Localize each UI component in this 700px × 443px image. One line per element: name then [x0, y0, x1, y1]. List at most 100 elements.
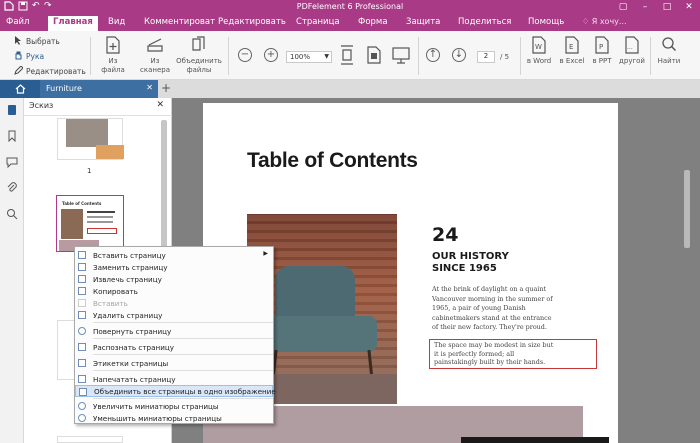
menu-page-labels[interactable]: Этикетки страницы	[75, 357, 273, 369]
extract-page-icon	[78, 275, 86, 283]
menu-share[interactable]: Поделиться	[458, 17, 511, 27]
to-excel-button[interactable]: E в Excel	[558, 36, 586, 66]
select-tool[interactable]: Выбрать	[14, 36, 60, 47]
page-layout-icon[interactable]	[366, 45, 382, 67]
page-title: Table of Contents	[247, 149, 418, 172]
menu-ocr-page[interactable]: Распознать страницу	[75, 341, 273, 353]
submenu-arrow-icon: ▶	[263, 250, 268, 257]
scanner-icon	[147, 38, 163, 52]
menu-delete-page[interactable]: Удалить страницу	[75, 309, 273, 321]
menu-form[interactable]: Форма	[358, 17, 388, 27]
insert-page-icon	[78, 251, 86, 259]
thumbnail-page-4[interactable]	[57, 436, 123, 443]
menu-paste[interactable]: Вставить	[75, 297, 273, 309]
chair-seat	[265, 316, 377, 352]
from-file-button[interactable]: Из файла	[96, 36, 130, 75]
thumbnails-icon[interactable]	[6, 104, 18, 116]
word-icon: W	[532, 36, 546, 54]
hand-tool[interactable]: Рука	[14, 51, 44, 62]
from-scanner-button[interactable]: Из сканера	[138, 36, 172, 75]
page-total: / 5	[500, 53, 510, 61]
bookmark-icon[interactable]	[6, 130, 18, 142]
menu-help[interactable]: Помощь	[528, 17, 564, 27]
image-icon	[79, 388, 87, 396]
ocr-icon	[78, 343, 86, 351]
to-excel-label: в Excel	[559, 57, 585, 65]
thumbnail-page-2[interactable]: Table of Contents	[56, 195, 124, 252]
to-ppt-label: в PPT	[592, 57, 612, 65]
menu-enlarge-thumbnails[interactable]: Увеличить миниатюры страницы	[75, 400, 273, 412]
combine-files-button[interactable]: Объединить файлы	[176, 36, 222, 75]
menu-view[interactable]: Вид	[108, 17, 125, 27]
present-icon[interactable]	[392, 45, 410, 67]
text-box-annotation[interactable]: The space may be modest in size but it i…	[429, 339, 597, 369]
label-icon	[78, 359, 86, 367]
to-word-button[interactable]: W в Word	[526, 36, 552, 66]
maximize-icon[interactable]: □	[656, 0, 678, 14]
menu-insert-page[interactable]: Вставить страницу ▶	[75, 249, 273, 261]
menu-item-label: Вставить	[93, 299, 128, 308]
menu-separator	[93, 338, 273, 339]
replace-page-icon	[78, 263, 86, 271]
chevron-down-icon: ▼	[324, 53, 329, 60]
menu-comment[interactable]: Комментироват	[144, 17, 215, 27]
menu-shrink-thumbnails[interactable]: Уменьшить миниатюры страницы	[75, 412, 273, 424]
document-scrollbar[interactable]	[684, 170, 690, 248]
menu-item-label: Повернуть страницу	[93, 327, 172, 336]
close-icon[interactable]: ✕	[678, 0, 700, 14]
prev-page-icon[interactable]: ↑	[426, 48, 440, 62]
excel-icon: E	[565, 36, 579, 54]
other-format-label: другой	[619, 57, 645, 65]
attachment-icon[interactable]	[6, 182, 18, 194]
restore-icon[interactable]: ▢	[612, 0, 634, 14]
zoom-select[interactable]: 100% ▼	[286, 51, 332, 63]
to-ppt-button[interactable]: P в PPT	[590, 36, 614, 66]
menu-edit[interactable]: Редактировать	[218, 17, 286, 27]
search-icon[interactable]	[6, 208, 18, 220]
thumbnail-text-line	[87, 216, 113, 218]
menu-item-label: Напечатать страницу	[93, 375, 176, 384]
thumbnail-image	[66, 119, 108, 147]
menu-item-label: Увеличить миниатюры страницы	[93, 402, 219, 411]
thumbnail-text-line	[87, 211, 115, 213]
zoom-in-icon[interactable]: +	[264, 48, 278, 62]
menu-item-label: Объединить все страницы в одно изображен…	[94, 387, 276, 396]
menu-page[interactable]: Страница	[296, 17, 340, 27]
close-tab-icon[interactable]: ✕	[146, 83, 153, 92]
page-number-large: 24	[432, 224, 459, 246]
menu-rotate-page[interactable]: Повернуть страницу	[75, 325, 273, 337]
thumbnail-title: Эскиз	[29, 101, 54, 110]
menu-print-page[interactable]: Напечатать страницу	[75, 373, 273, 385]
menu-protect[interactable]: Защита	[406, 17, 440, 27]
menu-replace-page[interactable]: Заменить страницу	[75, 261, 273, 273]
comment-icon[interactable]	[6, 156, 18, 168]
menu-home[interactable]: Главная	[48, 16, 98, 32]
zoom-out-icon[interactable]: −	[238, 48, 252, 62]
home-icon	[15, 84, 25, 94]
other-format-button[interactable]: ... другой	[618, 36, 646, 66]
close-panel-icon[interactable]: ✕	[156, 100, 164, 110]
divider	[418, 37, 419, 75]
zoom-out-icon	[78, 414, 86, 422]
add-tab-icon[interactable]: +	[161, 81, 171, 95]
search-box[interactable]: ♢ Я хочу...	[582, 17, 627, 26]
find-label: Найти	[657, 57, 681, 65]
minimize-icon[interactable]: –	[634, 0, 656, 14]
copy-icon	[78, 287, 86, 295]
find-button[interactable]: Найти	[656, 36, 682, 66]
thumbnail-page-1[interactable]	[57, 118, 124, 160]
menu-extract-page[interactable]: Извлечь страницу	[75, 273, 273, 285]
fit-page-icon[interactable]	[340, 45, 354, 67]
tab-furniture[interactable]: Furniture ✕	[40, 80, 158, 98]
hand-icon	[14, 51, 23, 62]
from-file-label: Из файла	[101, 57, 125, 74]
menu-copy[interactable]: Копировать	[75, 285, 273, 297]
page-number-input[interactable]: 2	[477, 51, 495, 63]
next-page-icon[interactable]: ↓	[452, 48, 466, 62]
search-placeholder: Я хочу...	[591, 17, 627, 26]
edit-tool[interactable]: Редактировать	[14, 65, 86, 77]
menu-file[interactable]: Файл	[6, 17, 29, 27]
home-tab[interactable]	[0, 80, 40, 98]
menu-merge-to-image[interactable]: Объединить все страницы в одно изображен…	[75, 385, 276, 397]
thumbnail-accent	[96, 145, 124, 159]
